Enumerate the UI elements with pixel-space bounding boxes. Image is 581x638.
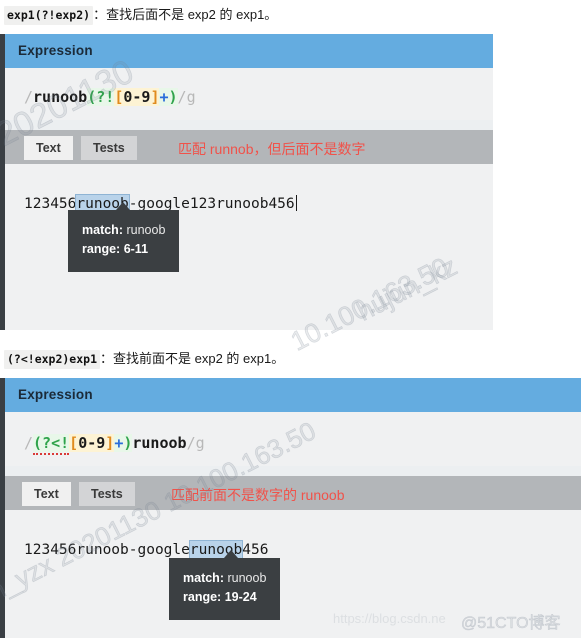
- tab-text-2[interactable]: Text: [22, 482, 71, 506]
- regex-expression-lookahead[interactable]: /runoob(?![0-9]+)/g: [24, 88, 196, 106]
- caption-code-lookbehind: (?<!exp2)exp1: [4, 350, 101, 369]
- tab-tests-label-2: Tests: [91, 487, 123, 501]
- tab-text[interactable]: Text: [24, 136, 73, 160]
- expression-header-bar-2: Expression: [5, 378, 581, 412]
- expression-header-bar: Expression: [5, 34, 493, 68]
- screenshot-root: exp1(?!exp2) ：查找后面不是 exp2 的 exp1。 Express…: [0, 0, 581, 638]
- regex-literal-before: runoob: [33, 88, 88, 106]
- regex-open-slash-2: /: [24, 434, 34, 452]
- regex-expression-lookbehind[interactable]: /(?<![0-9]+)runoob/g: [24, 434, 205, 455]
- regex-quantifier-2: +: [114, 434, 124, 452]
- regex-flags[interactable]: g: [187, 88, 196, 106]
- regex-flags-2[interactable]: g: [196, 434, 205, 452]
- caption-lookahead: exp1(?!exp2) ：查找后面不是 exp2 的 exp1。: [4, 6, 278, 25]
- regex-open-slash: /: [24, 88, 34, 106]
- tooltip-range-value: 6-11: [123, 242, 149, 257]
- caption-text-lookbehind: ：查找前面不是 exp2 的 exp1。: [100, 351, 285, 366]
- tooltip-match-label-2: match:: [183, 571, 224, 585]
- regex-group-close: ): [168, 88, 178, 106]
- tooltip-range-value-2: 19-24: [224, 590, 257, 605]
- tooltip-match-value-2: runoob: [227, 571, 267, 585]
- test-text-area-lookbehind[interactable]: 123456runoob-google runoob 456 match: runo…: [5, 510, 581, 638]
- regex-class-inner-2: 0-9: [78, 434, 106, 452]
- expression-input-area-2[interactable]: /(?<![0-9]+)runoob/g: [5, 412, 581, 466]
- regex-close-slash-2: /: [186, 434, 196, 452]
- regex-group-open: (?!: [87, 88, 115, 106]
- tab-tests[interactable]: Tests: [81, 136, 137, 160]
- tab-bar-lookbehind: Text Tests 匹配前面不是数字的 runoob: [5, 476, 581, 510]
- regex-class-inner: 0-9: [123, 88, 151, 106]
- tab-bar-lookahead: Text Tests 匹配 runnob，但后面不是数字: [5, 130, 493, 164]
- caption-text-lookahead: ：查找后面不是 exp2 的 exp1。: [93, 7, 278, 22]
- caption-code-lookahead: exp1(?!exp2): [4, 6, 94, 25]
- regex-literal-after-2: runoob: [132, 434, 187, 452]
- regex-group-open-2: (?<!: [33, 434, 70, 452]
- tab-tests-label: Tests: [93, 141, 125, 155]
- regex-panel-lookbehind: Expression /(?<![0-9]+)runoob/g Text Tes…: [0, 378, 581, 638]
- caption-lookbehind: (?<!exp2)exp1 ：查找前面不是 exp2 的 exp1。: [4, 350, 285, 369]
- expression-input-area[interactable]: /runoob(?![0-9]+)/g: [5, 68, 493, 120]
- tooltip-range-row-2: range: 19-24: [183, 588, 266, 607]
- tooltip-match-row: match: runoob: [82, 221, 165, 240]
- annotation-lookbehind: 匹配前面不是数字的 runoob: [171, 487, 345, 503]
- tooltip-arrow-lookbehind: [224, 550, 238, 558]
- regex-class-open: [: [114, 88, 124, 106]
- expression-title-2: Expression: [18, 387, 93, 402]
- tooltip-match-label: match:: [82, 223, 123, 237]
- tooltip-match-value: runoob: [126, 223, 166, 237]
- tooltip-range-label-2: range:: [183, 590, 222, 605]
- test-text-area-lookahead[interactable]: 123456runoob-google123runoob456 match: r…: [5, 164, 493, 330]
- tab-text-label-2: Text: [34, 487, 59, 501]
- regex-class-open-2: [: [69, 434, 79, 452]
- test-text-after-2: 456: [242, 542, 269, 558]
- tooltip-arrow-lookahead: [116, 202, 130, 210]
- tooltip-range-row: range: 6-11: [82, 240, 165, 259]
- regex-close-slash: /: [177, 88, 187, 106]
- match-tooltip-lookbehind: match: runoob range: 19-24: [169, 558, 281, 620]
- tooltip-match-row-2: match: runoob: [183, 569, 266, 588]
- text-caret: [295, 195, 297, 211]
- regex-quantifier: +: [159, 88, 169, 106]
- annotation-lookahead: 匹配 runnob，但后面不是数字: [178, 141, 366, 157]
- tab-tests-2[interactable]: Tests: [79, 482, 135, 506]
- tooltip-range-label: range:: [82, 242, 121, 257]
- expression-title: Expression: [18, 43, 93, 58]
- test-text-before-2: 123456runoob-google: [24, 542, 190, 558]
- regex-class-close-2: ]: [105, 434, 115, 452]
- match-tooltip-lookahead: match: runoob range: 6-11: [68, 210, 180, 272]
- regex-panel-lookahead: Expression /runoob(?![0-9]+)/g Text Test…: [0, 34, 493, 330]
- tab-text-label: Text: [36, 141, 61, 155]
